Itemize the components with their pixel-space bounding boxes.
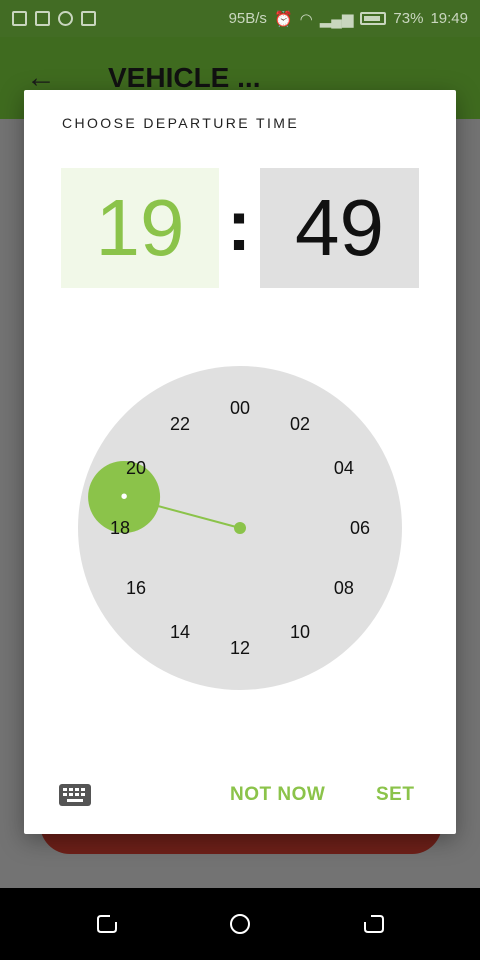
wifi-icon: ◠ xyxy=(299,10,313,28)
clock-hour-label[interactable]: 08 xyxy=(334,578,354,598)
keyboard-icon[interactable] xyxy=(59,784,91,806)
alarm-icon: ⏰ xyxy=(273,10,293,28)
clock-hour-label[interactable]: 14 xyxy=(170,622,190,642)
recent-apps-icon[interactable] xyxy=(95,912,119,936)
not-now-button[interactable]: NOT NOW xyxy=(230,784,325,806)
notification-icons xyxy=(12,11,96,26)
clock-hour-label[interactable]: 18 xyxy=(110,518,130,538)
clock-hour-label[interactable]: 04 xyxy=(334,458,354,478)
navigation-bar xyxy=(0,888,480,960)
clock-center-dot xyxy=(234,522,246,534)
clock-dial[interactable]: • 00 02 04 06 08 10 12 14 16 18 20 22 xyxy=(78,366,402,690)
clock-hour-label[interactable]: 22 xyxy=(170,414,190,434)
status-bar: 95B/s ⏰ ◠ ▂▄▆ 73% 19:49 xyxy=(0,0,480,37)
home-icon[interactable] xyxy=(228,912,252,936)
battery-icon xyxy=(360,12,387,25)
gallery-icon xyxy=(35,11,50,26)
set-button[interactable]: SET xyxy=(376,784,414,806)
network-speed: 95B/s xyxy=(228,10,267,27)
back-icon[interactable] xyxy=(362,912,386,936)
hour-display[interactable]: 19 xyxy=(61,168,219,288)
clock-hour-label[interactable]: 00 xyxy=(230,398,250,418)
minute-display[interactable]: 49 xyxy=(260,168,419,288)
office-app-icon xyxy=(12,11,27,26)
clock-hour-label[interactable]: 12 xyxy=(230,638,250,658)
hour-selector-dot: • xyxy=(121,486,128,508)
clock-hour-label[interactable]: 06 xyxy=(350,518,370,538)
time-separator: : xyxy=(227,186,251,266)
clock-hour-label[interactable]: 16 xyxy=(126,578,146,598)
battery-percent: 73% xyxy=(393,10,424,27)
dialog-title: CHOOSE DEPARTURE TIME xyxy=(62,115,300,131)
time-picker-dialog: CHOOSE DEPARTURE TIME 19 : 49 • 00 02 04 06… xyxy=(24,90,456,834)
clock-hour-label[interactable]: 10 xyxy=(290,622,310,642)
signal-icon: ▂▄▆ xyxy=(319,10,354,28)
clock-time: 19:49 xyxy=(430,10,468,27)
whatsapp-icon xyxy=(58,11,73,26)
status-right: 95B/s ⏰ ◠ ▂▄▆ 73% 19:49 xyxy=(229,10,468,28)
clock-hour-label[interactable]: 02 xyxy=(290,414,310,434)
clock-hour-label[interactable]: 20 xyxy=(126,458,146,478)
lock-icon xyxy=(81,11,96,26)
